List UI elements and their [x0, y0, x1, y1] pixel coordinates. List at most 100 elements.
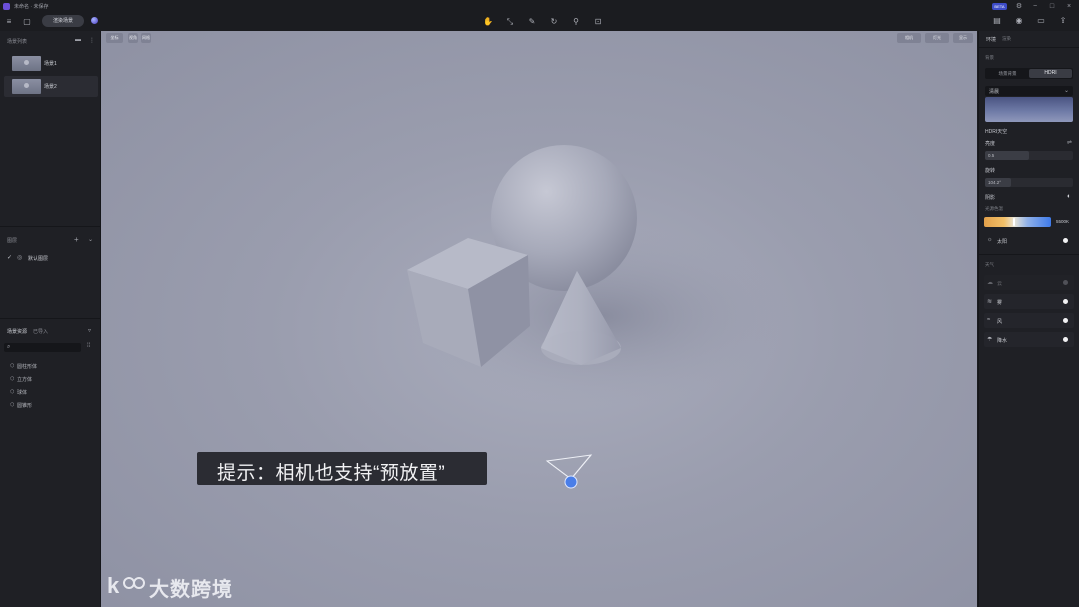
- mesh-icon: ⬡: [10, 363, 15, 369]
- fog-icon: ≋: [987, 299, 993, 305]
- hint-subtitle: 提示：相机也支持“预放置”: [197, 452, 487, 485]
- physics-tool-icon[interactable]: ⚲: [571, 17, 581, 27]
- asset-item[interactable]: ⬡ 立方体: [10, 376, 33, 383]
- preset-label: 清晨: [989, 89, 1000, 95]
- check-icon[interactable]: ✓: [7, 254, 12, 261]
- scene-manage-icon[interactable]: ▬: [75, 37, 81, 43]
- account-icon[interactable]: ⚙: [1014, 2, 1024, 11]
- tab-scene-assets[interactable]: 场景资源: [7, 328, 27, 335]
- sun-icon: ☼: [987, 237, 993, 243]
- grid-view-icon[interactable]: ⁞⁞: [87, 343, 90, 349]
- more-icon[interactable]: ⋮: [89, 37, 95, 44]
- asset-item[interactable]: ⬡ 圆锥形: [10, 402, 33, 409]
- sun-toggle[interactable]: [1063, 238, 1068, 243]
- gallery-icon[interactable]: ▤: [992, 16, 1002, 26]
- close-button[interactable]: ×: [1064, 2, 1074, 11]
- mesh-icon: ⬡: [10, 376, 15, 382]
- adjust-icon[interactable]: ⇌: [1067, 139, 1072, 146]
- weather-wind-row[interactable]: ≈ 风: [984, 313, 1074, 328]
- camera-gizmo: [545, 454, 593, 489]
- brightness-slider[interactable]: 0.5: [985, 151, 1073, 160]
- temp-value: 5500K: [1056, 219, 1070, 224]
- tab-imported[interactable]: 已导入: [33, 328, 48, 335]
- color-temperature-slider[interactable]: [984, 217, 1051, 227]
- main-toolbar: ≡ ▢ 渲染场景 ✋ ⤡ ✎ ↻ ⚲ ⊡ ▤ ◉ ▭ ⇪: [0, 13, 1079, 31]
- filter-icon[interactable]: ▿: [88, 327, 91, 334]
- hdri-preset-dropdown[interactable]: 清晨 ⌄: [985, 86, 1073, 96]
- layers-header: 图层: [7, 238, 18, 244]
- ai-orb-icon[interactable]: [91, 17, 98, 24]
- minimize-button[interactable]: −: [1030, 2, 1040, 11]
- right-panel: 环境 渲染 背景 场景背景 HDRI 清晨 ⌄ HDRI天空 亮度 ⇌ 0.5 …: [978, 31, 1079, 607]
- option-hdri[interactable]: HDRI: [1029, 69, 1072, 78]
- shadow-label: 阴影: [985, 195, 996, 201]
- tab-environment[interactable]: 环境: [986, 36, 996, 43]
- fog-toggle[interactable]: [1063, 299, 1068, 304]
- divider: [0, 226, 100, 227]
- collapse-icon[interactable]: ⌄: [88, 236, 93, 243]
- new-file-icon[interactable]: ▢: [22, 17, 32, 27]
- chevron-down-icon: ⌄: [1063, 88, 1069, 94]
- frame-tool-icon[interactable]: ⊡: [593, 17, 603, 27]
- scale-tool-icon[interactable]: ⤡: [505, 17, 515, 27]
- rotate-tool-icon[interactable]: ↻: [549, 17, 559, 27]
- weather-label: 风: [997, 319, 1003, 325]
- 3d-viewport[interactable]: 坐标 视角 网格 相机 灯光 显示 提示：相机也支持“预放置” k 大数跨境: [101, 31, 977, 607]
- search-icon: ⌕: [7, 344, 11, 350]
- scene-render: [407, 145, 791, 489]
- rotation-label: 旋转: [985, 168, 996, 174]
- hint-text: 提示：相机也支持“预放置”: [217, 463, 446, 484]
- asset-label: 圆柱形体: [17, 364, 38, 370]
- wind-icon: ≈: [987, 317, 991, 323]
- scene-label: 场景1: [44, 61, 57, 67]
- brightness-value: 0.5: [988, 153, 995, 158]
- mesh-icon: ⬡: [10, 402, 15, 408]
- hdri-group-label: HDRI天空: [985, 129, 1008, 135]
- cloud-toggle[interactable]: [1063, 280, 1068, 285]
- camera-icon[interactable]: ◉: [1014, 16, 1024, 26]
- scene-item[interactable]: 场景1: [4, 53, 98, 74]
- window-title: 未命名 · 未保存: [14, 4, 49, 10]
- brush-tool-icon[interactable]: ✎: [527, 17, 537, 27]
- asset-item[interactable]: ⬡ 圆柱形体: [10, 363, 38, 370]
- sun-toggle-row[interactable]: ☼ 太阳: [984, 233, 1074, 248]
- sun-label: 太阳: [997, 239, 1008, 245]
- asset-label: 圆锥形: [17, 403, 33, 409]
- cloud-icon: ☁: [987, 280, 993, 286]
- mesh-icon: ⬡: [10, 389, 15, 395]
- contrast-icon[interactable]: ◐: [1067, 193, 1071, 200]
- hdri-preview-image[interactable]: [985, 97, 1073, 122]
- menu-icon[interactable]: ≡: [4, 17, 14, 27]
- weather-fog-row[interactable]: ≋ 雾: [984, 294, 1074, 309]
- divider: [979, 47, 1079, 48]
- watermark-text: 大数跨境: [149, 579, 233, 601]
- weather-cloud-row[interactable]: ☁ 云: [984, 275, 1074, 290]
- add-layer-icon[interactable]: +: [74, 235, 79, 244]
- rain-toggle[interactable]: [1063, 337, 1068, 342]
- select-tool-icon[interactable]: ✋: [483, 17, 493, 27]
- asset-label: 立方体: [17, 377, 33, 383]
- rain-icon: ☂: [987, 337, 993, 343]
- wind-toggle[interactable]: [1063, 318, 1068, 323]
- temp-slider-handle[interactable]: [1013, 218, 1015, 226]
- option-scene-bg[interactable]: 场景背景: [986, 69, 1029, 78]
- weather-label: 云: [997, 281, 1003, 287]
- tab-render[interactable]: 渲染: [1002, 36, 1011, 42]
- background-mode-toggle[interactable]: 场景背景 HDRI: [985, 68, 1073, 79]
- weather-rain-row[interactable]: ☂ 降水: [984, 332, 1074, 347]
- asset-item[interactable]: ⬡ 球体: [10, 389, 28, 396]
- maximize-button[interactable]: □: [1047, 2, 1057, 11]
- video-icon[interactable]: ▭: [1036, 16, 1046, 26]
- layer-item-label[interactable]: 默认图层: [28, 255, 48, 262]
- render-scene-button[interactable]: 渲染场景: [42, 15, 84, 27]
- export-icon[interactable]: ⇪: [1058, 16, 1068, 26]
- temp-label: 光源色温: [985, 206, 1003, 211]
- asset-label: 球体: [17, 390, 28, 396]
- rotation-value: 104.2°: [988, 180, 1002, 185]
- scene-item-selected[interactable]: 场景2: [4, 76, 98, 97]
- rotation-slider[interactable]: 104.2°: [985, 178, 1073, 187]
- scenes-header: 场景列表: [7, 39, 28, 45]
- search-input[interactable]: ⌕: [4, 343, 81, 352]
- scene-thumbnail: [12, 56, 41, 71]
- visibility-icon[interactable]: ◎: [17, 254, 22, 261]
